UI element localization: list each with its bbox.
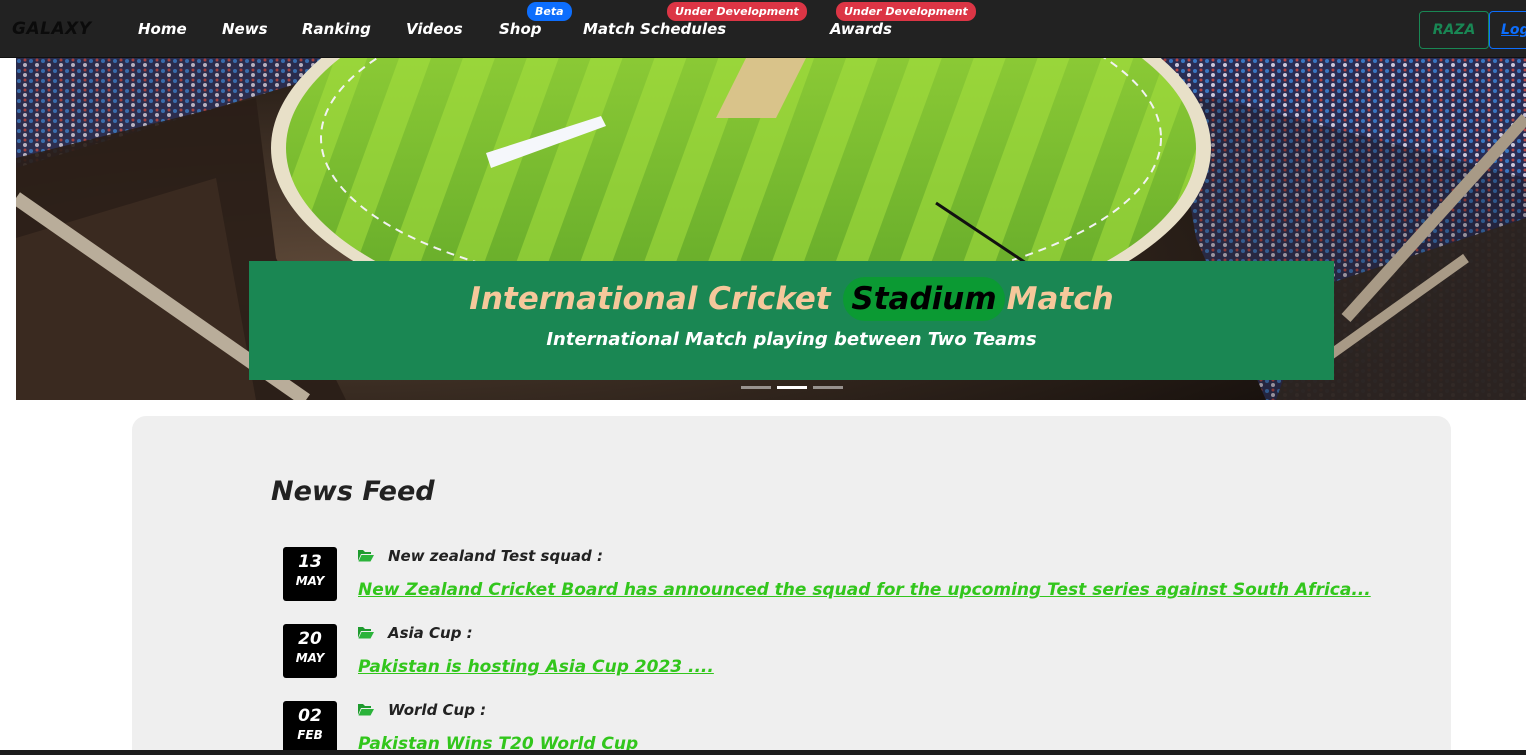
date-badge: 20 MAY — [283, 624, 337, 678]
page-bottom-edge — [0, 750, 1526, 755]
under-development-badge: Under Development — [836, 2, 976, 21]
caption-title-text: International Cricket — [469, 281, 831, 317]
nav-item-match-schedules[interactable]: Match Schedules — [583, 20, 726, 38]
nav-item-videos[interactable]: Videos — [406, 20, 463, 38]
date-day: 13 — [298, 552, 322, 572]
date-month: MAY — [295, 574, 325, 588]
user-profile-button[interactable]: RAZA — [1419, 11, 1489, 49]
date-day: 02 — [298, 706, 322, 726]
hero-carousel[interactable]: International Cricket Stadium Match Inter… — [16, 58, 1526, 400]
nav-item-home[interactable]: Home — [138, 20, 187, 38]
date-badge: 02 FEB — [283, 701, 337, 755]
news-item: 13 MAY New zealand Test squad : New Zeal… — [283, 547, 1433, 617]
nav-item-shop[interactable]: Shop — [499, 20, 542, 38]
navbar: GALAXY Home News Ranking Videos Shop Bet… — [0, 0, 1526, 58]
date-badge: 13 MAY — [283, 547, 337, 601]
date-day: 20 — [298, 629, 322, 649]
caption-highlight: Stadium — [843, 277, 1005, 321]
news-category: World Cup : — [388, 701, 487, 719]
nav-item-ranking[interactable]: Ranking — [302, 20, 371, 38]
nav-item-awards[interactable]: Awards — [830, 20, 892, 38]
carousel-title: International Cricket Stadium Match — [249, 277, 1334, 321]
folder-open-icon — [358, 627, 374, 639]
brand-logo[interactable]: GALAXY — [12, 19, 92, 39]
folder-open-icon — [358, 550, 374, 562]
date-month: FEB — [297, 728, 323, 742]
date-month: MAY — [295, 651, 325, 665]
news-headline-link[interactable]: Pakistan is hosting Asia Cup 2023 .... — [358, 657, 714, 677]
news-headline-link[interactable]: New Zealand Cricket Board has announced … — [358, 580, 1371, 600]
news-feed-heading: News Feed — [271, 476, 435, 507]
carousel-indicator-1[interactable] — [741, 386, 771, 389]
folder-open-icon — [358, 704, 374, 716]
carousel-indicator-3[interactable] — [813, 386, 843, 389]
under-development-badge: Under Development — [667, 2, 807, 21]
news-category: Asia Cup : — [388, 624, 473, 642]
nav-item-news[interactable]: News — [222, 20, 268, 38]
logout-button[interactable]: Logout — [1489, 11, 1526, 49]
caption-title-text-end: Match — [1006, 281, 1114, 317]
carousel-caption: International Cricket Stadium Match Inter… — [249, 261, 1334, 380]
carousel-subtitle: International Match playing between Two … — [546, 329, 1037, 350]
news-item: 02 FEB World Cup : Pakistan Wins T20 Wor… — [283, 701, 1433, 755]
news-item: 20 MAY Asia Cup : Pakistan is hosting As… — [283, 624, 1433, 694]
beta-badge: Beta — [527, 2, 572, 21]
carousel-indicator-2[interactable] — [777, 386, 807, 389]
news-feed-panel: News Feed 13 MAY New zealand Test squad … — [132, 416, 1451, 755]
news-category: New zealand Test squad : — [388, 547, 603, 565]
